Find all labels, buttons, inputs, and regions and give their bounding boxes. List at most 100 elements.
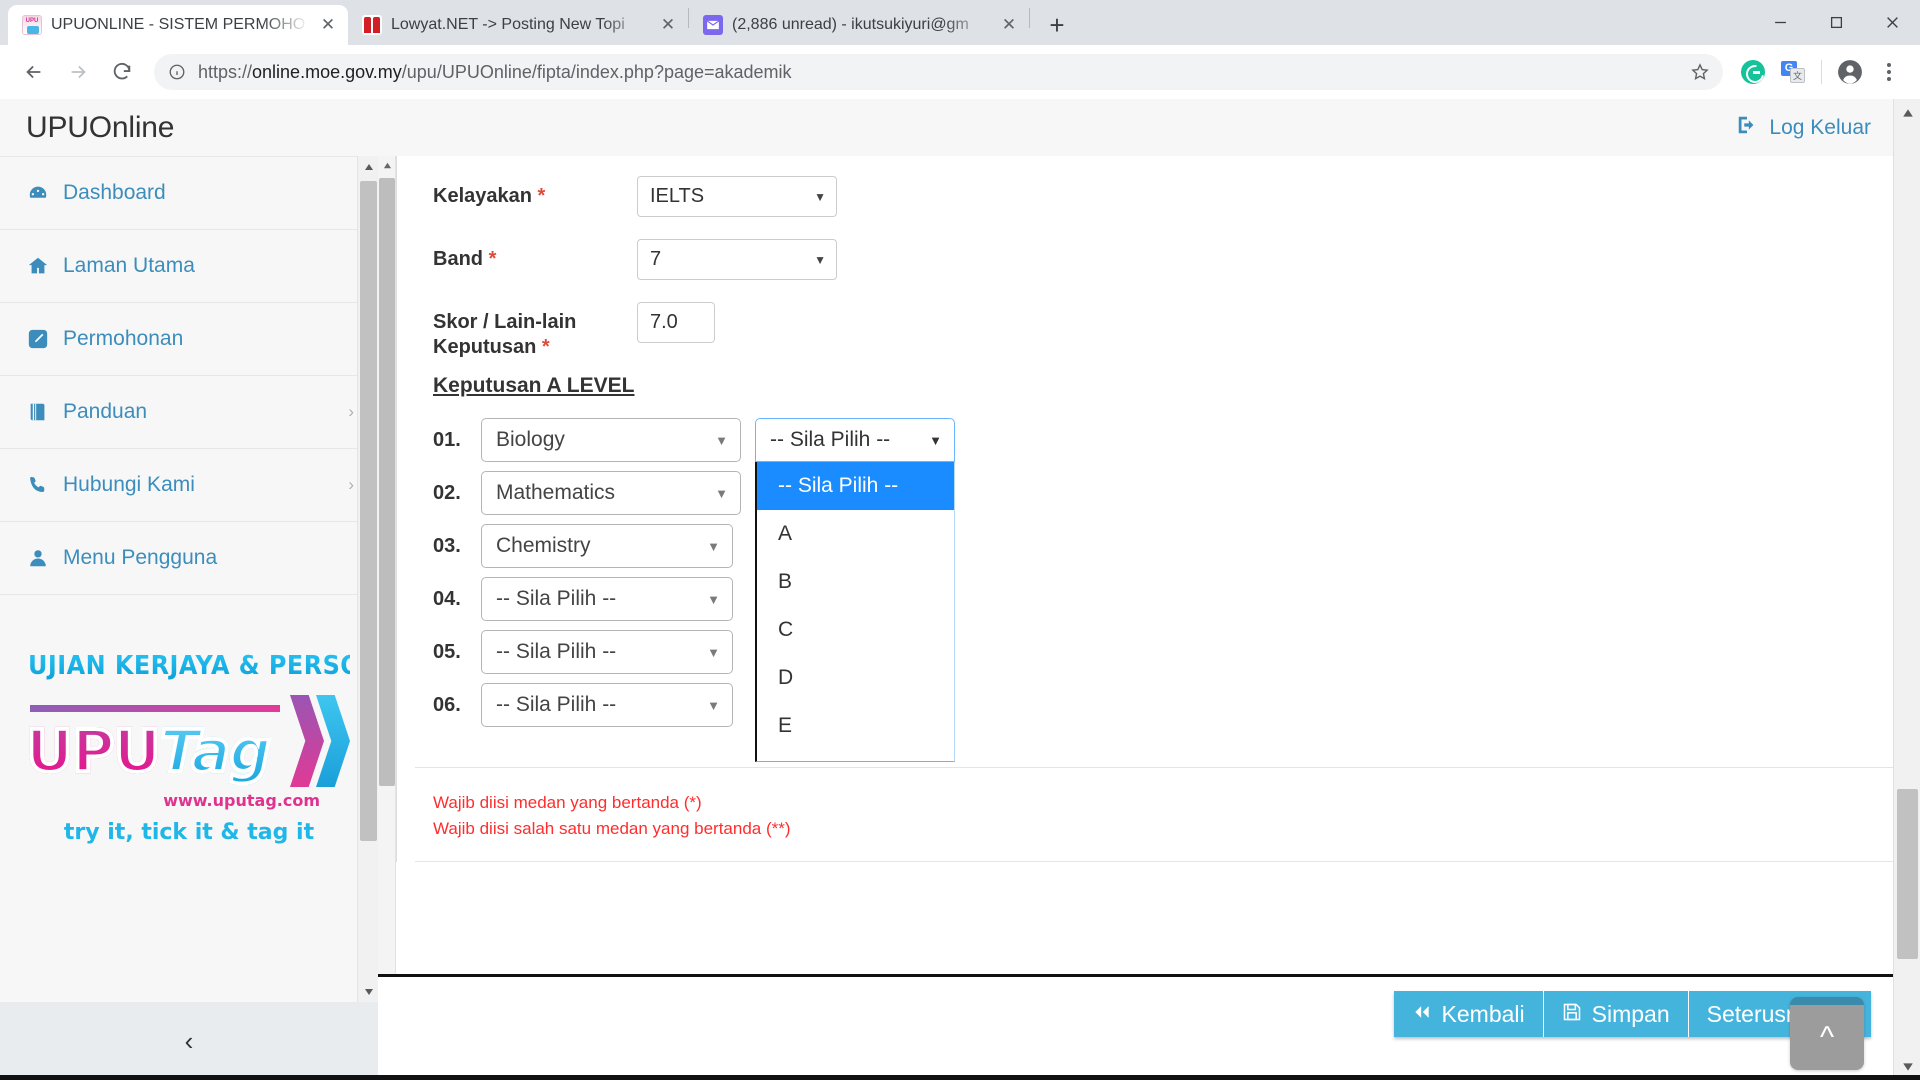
subject-number: 04. [433, 587, 461, 610]
subject-select-3[interactable]: Chemistry ▼ [481, 524, 733, 568]
dropdown-option[interactable]: A [757, 510, 954, 558]
subject-row: 03. Chemistry ▼ [433, 524, 1867, 568]
book-icon [26, 401, 50, 423]
form-panel: Kelayakan * IELTS ▼ Band * 7 ▼ Skor / La… [396, 156, 1893, 862]
tab-close-icon[interactable]: ✕ [999, 15, 1019, 35]
new-tab-button[interactable]: + [1040, 8, 1074, 42]
logout-label: Log Keluar [1769, 115, 1871, 139]
subject-number: 02. [433, 481, 461, 504]
content-body: Kelayakan * IELTS ▼ Band * 7 ▼ Skor / La… [378, 156, 1920, 1080]
floppy-disk-icon [1562, 1001, 1582, 1028]
chevron-down-icon: ▼ [707, 591, 720, 607]
subject-select-5[interactable]: -- Sila Pilih -- ▼ [481, 630, 733, 674]
tab-close-icon[interactable]: ✕ [658, 15, 678, 35]
sidebar-scrollbar[interactable] [357, 156, 379, 1002]
dropdown-option[interactable]: C [757, 606, 954, 654]
banner-headline: UJIAN KERJAYA & PERSONALITI [28, 651, 452, 681]
subject-number: 03. [433, 534, 461, 557]
scroll-up-arrow-icon[interactable] [378, 156, 396, 174]
subject-row: 05. -- Sila Pilih -- ▼ [433, 630, 1867, 674]
scroll-down-arrow-icon[interactable] [358, 981, 379, 1002]
sidebar-item-menu-pengguna[interactable]: Menu Pengguna [0, 522, 378, 595]
dropdown-option[interactable]: -- Sila Pilih -- [757, 462, 954, 510]
reload-icon[interactable] [102, 52, 142, 92]
star-icon[interactable] [1683, 55, 1717, 89]
subject-value: Mathematics [496, 481, 616, 504]
back-arrow-icon[interactable] [14, 52, 54, 92]
sidebar-collapse-button[interactable]: ‹ [0, 1002, 378, 1080]
tab-close-icon[interactable]: ✕ [318, 15, 338, 35]
chevron-left-icon: ‹ [184, 1025, 194, 1056]
kelayakan-value: IELTS [650, 185, 705, 207]
forward-arrow-icon[interactable] [58, 52, 98, 92]
toolbar-divider [1821, 60, 1822, 84]
bottom-edge-strip [0, 1075, 1920, 1080]
scrollbar-thumb[interactable] [1897, 789, 1918, 959]
sidebar-item-permohonan[interactable]: Permohonan [0, 303, 378, 376]
dropdown-option[interactable]: D [757, 654, 954, 702]
chevron-up-icon: ^ [1819, 1020, 1835, 1054]
sidebar-nav: Dashboard Laman Utama Permohonan Panduan… [0, 156, 378, 595]
scroll-up-arrow-icon[interactable] [1894, 99, 1920, 126]
dropdown-option[interactable]: B [757, 558, 954, 606]
browser-tab-3[interactable]: (2,886 unread) - ikutsukiyuri@gm ✕ [689, 5, 1029, 45]
scroll-to-top-button[interactable]: ^ [1790, 997, 1864, 1070]
brand-title: UPUOnline [26, 110, 175, 144]
scrollbar-thumb[interactable] [379, 178, 395, 786]
subject-select-2[interactable]: Mathematics ▼ [481, 471, 741, 515]
grade-select-1[interactable]: -- Sila Pilih -- ▼ [755, 418, 955, 462]
tab-strip: UPUONLINE - SISTEM PERMOHO ✕ Lowyat.NET … [0, 0, 1920, 45]
address-bar[interactable]: https://online.moe.gov.my/upu/UPUOnline/… [154, 54, 1723, 90]
kembali-button[interactable]: Kembali [1393, 991, 1544, 1037]
brand-header: UPUOnline [0, 99, 378, 156]
info-circle-icon[interactable] [168, 63, 186, 81]
note-one-of: Wajib diisi salah satu medan yang bertan… [433, 819, 791, 839]
logout-button[interactable]: Log Keluar [1736, 114, 1871, 142]
lowyat-favicon-icon [362, 15, 382, 35]
grammarly-extension-icon[interactable] [1735, 54, 1771, 90]
form-inner: Kelayakan * IELTS ▼ Band * 7 ▼ Skor / La… [415, 156, 1893, 762]
three-dot-menu-icon[interactable] [1872, 55, 1906, 89]
chevron-right-icon: › [348, 475, 354, 494]
chevron-down-icon: ▼ [814, 252, 826, 267]
grade-dropdown-list[interactable]: -- Sila Pilih -- A B C D E [755, 462, 955, 762]
subject-value: -- Sila Pilih -- [496, 640, 617, 663]
grade-select-wrapper-1: -- Sila Pilih -- ▼ -- Sila Pilih -- A B … [755, 418, 955, 762]
home-icon [26, 255, 50, 277]
scroll-up-arrow-icon[interactable] [358, 156, 379, 177]
phone-icon [26, 474, 50, 496]
profile-avatar-icon[interactable] [1832, 54, 1868, 90]
content-area: Log Keluar Kelayakan * IELTS ▼ Band * 7 … [378, 99, 1920, 1080]
subject-value: Biology [496, 428, 565, 451]
subject-row: 02. Mathematics ▼ [433, 471, 1867, 515]
browser-tab-1[interactable]: UPUONLINE - SISTEM PERMOHO ✕ [8, 5, 348, 45]
sidebar-item-laman-utama[interactable]: Laman Utama [0, 230, 378, 303]
banner-tagline: try it, tick it & tag it [63, 820, 315, 845]
page-scrollbar[interactable] [1893, 99, 1920, 1080]
skor-input[interactable]: 7.0 [637, 302, 715, 343]
browser-tab-2[interactable]: Lowyat.NET -> Posting New Topi ✕ [348, 5, 688, 45]
logo-text-upu: UPU [24, 715, 163, 787]
browser-toolbar: https://online.moe.gov.my/upu/UPUOnline/… [0, 45, 1920, 99]
sidebar-item-dashboard[interactable]: Dashboard [0, 157, 378, 230]
close-icon[interactable] [1864, 0, 1920, 45]
sidebar-item-hubungi-kami[interactable]: Hubungi Kami › [0, 449, 378, 522]
form-scrollbar[interactable] [378, 156, 396, 976]
simpan-button[interactable]: Simpan [1543, 991, 1689, 1037]
subject-select-1[interactable]: Biology ▼ [481, 418, 741, 462]
chevron-down-icon: ▼ [707, 697, 720, 713]
uputag-logo: UPUTag [14, 687, 364, 797]
kelayakan-select[interactable]: IELTS ▼ [637, 176, 837, 217]
dropdown-option[interactable]: E [757, 702, 954, 750]
sidebar-item-panduan[interactable]: Panduan › [0, 376, 378, 449]
uputag-banner[interactable]: UJIAN KERJAYA & PERSONALITI UPUTag www.u… [0, 651, 452, 845]
band-select[interactable]: 7 ▼ [637, 239, 837, 280]
subject-select-6[interactable]: -- Sila Pilih -- ▼ [481, 683, 733, 727]
simpan-label: Simpan [1591, 1000, 1670, 1027]
maximize-icon[interactable] [1808, 0, 1864, 45]
subject-select-4[interactable]: -- Sila Pilih -- ▼ [481, 577, 733, 621]
chevron-down-icon: ▼ [707, 644, 720, 660]
minimize-icon[interactable] [1752, 0, 1808, 45]
google-translate-icon[interactable]: G文 [1775, 54, 1811, 90]
scrollbar-thumb[interactable] [360, 181, 377, 841]
